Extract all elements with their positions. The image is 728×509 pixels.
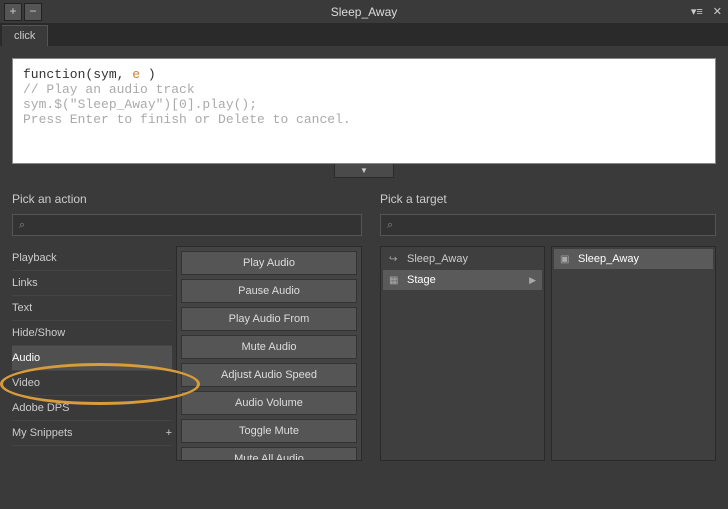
code-hint: Press Enter to finish or Delete to cance… bbox=[23, 112, 705, 127]
category-list: Playback Links Text Hide/Show Audio Vide… bbox=[12, 246, 172, 461]
category-audio[interactable]: Audio bbox=[12, 346, 172, 371]
target-search-input[interactable]: ⌕ bbox=[380, 214, 716, 236]
menu-icon[interactable]: ▾≡ bbox=[691, 5, 703, 18]
tab-bar: click bbox=[0, 24, 728, 46]
element-icon: ▣ bbox=[560, 254, 572, 265]
code-text: ) bbox=[140, 67, 156, 82]
remove-button[interactable]: − bbox=[24, 3, 42, 21]
category-links[interactable]: Links bbox=[12, 271, 172, 296]
close-icon[interactable]: ✕ bbox=[713, 5, 722, 18]
action-audio-volume[interactable]: Audio Volume bbox=[181, 391, 357, 415]
category-playback[interactable]: Playback bbox=[12, 246, 172, 271]
action-pause-audio[interactable]: Pause Audio bbox=[181, 279, 357, 303]
chevron-right-icon: ▶ bbox=[529, 275, 536, 286]
action-mute-audio[interactable]: Mute Audio bbox=[181, 335, 357, 359]
code-comment: // Play an audio track bbox=[23, 82, 705, 97]
window-title: Sleep_Away bbox=[331, 5, 398, 19]
titlebar: + − Sleep_Away ▾≡ ✕ bbox=[0, 0, 728, 24]
search-icon: ⌕ bbox=[387, 219, 393, 232]
event-tab-click[interactable]: click bbox=[2, 25, 48, 46]
action-mute-all[interactable]: Mute All Audio bbox=[181, 447, 357, 461]
action-play-audio[interactable]: Play Audio bbox=[181, 251, 357, 275]
target-heading: Pick a target bbox=[380, 192, 716, 206]
category-video[interactable]: Video bbox=[12, 371, 172, 396]
search-icon: ⌕ bbox=[19, 219, 25, 232]
symbol-icon: ↪ bbox=[389, 254, 401, 265]
action-toggle-mute[interactable]: Toggle Mute bbox=[181, 419, 357, 443]
add-button[interactable]: + bbox=[4, 3, 22, 21]
add-snippet-icon[interactable]: + bbox=[166, 427, 172, 439]
action-list: Play Audio Pause Audio Play Audio From M… bbox=[176, 246, 362, 461]
target-col-symbols: ↪ Sleep_Away ▦ Stage ▶ bbox=[380, 246, 545, 461]
code-editor[interactable]: function(sym, e ) // Play an audio track… bbox=[12, 58, 716, 164]
collapse-toggle[interactable]: ▼ bbox=[334, 164, 394, 178]
target-stage[interactable]: ▦ Stage ▶ bbox=[383, 270, 542, 290]
code-line: sym.$("Sleep_Away")[0].play(); bbox=[23, 97, 705, 112]
category-adobedps[interactable]: Adobe DPS bbox=[12, 396, 172, 421]
category-mysnippets[interactable]: My Snippets + bbox=[12, 421, 172, 446]
target-sleep-away[interactable]: ↪ Sleep_Away bbox=[383, 249, 542, 269]
action-adjust-speed[interactable]: Adjust Audio Speed bbox=[181, 363, 357, 387]
code-param: e bbox=[132, 67, 140, 82]
target-label: Sleep_Away bbox=[407, 253, 468, 265]
category-hideshow[interactable]: Hide/Show bbox=[12, 321, 172, 346]
stage-icon: ▦ bbox=[389, 275, 401, 286]
code-text: function(sym, bbox=[23, 67, 132, 82]
target-element-sleep-away[interactable]: ▣ Sleep_Away bbox=[554, 249, 713, 269]
target-label: Sleep_Away bbox=[578, 253, 639, 265]
action-heading: Pick an action bbox=[12, 192, 362, 206]
action-play-audio-from[interactable]: Play Audio From bbox=[181, 307, 357, 331]
target-label: Stage bbox=[407, 274, 436, 286]
category-text[interactable]: Text bbox=[12, 296, 172, 321]
target-col-elements: ▣ Sleep_Away bbox=[551, 246, 716, 461]
action-search-input[interactable]: ⌕ bbox=[12, 214, 362, 236]
